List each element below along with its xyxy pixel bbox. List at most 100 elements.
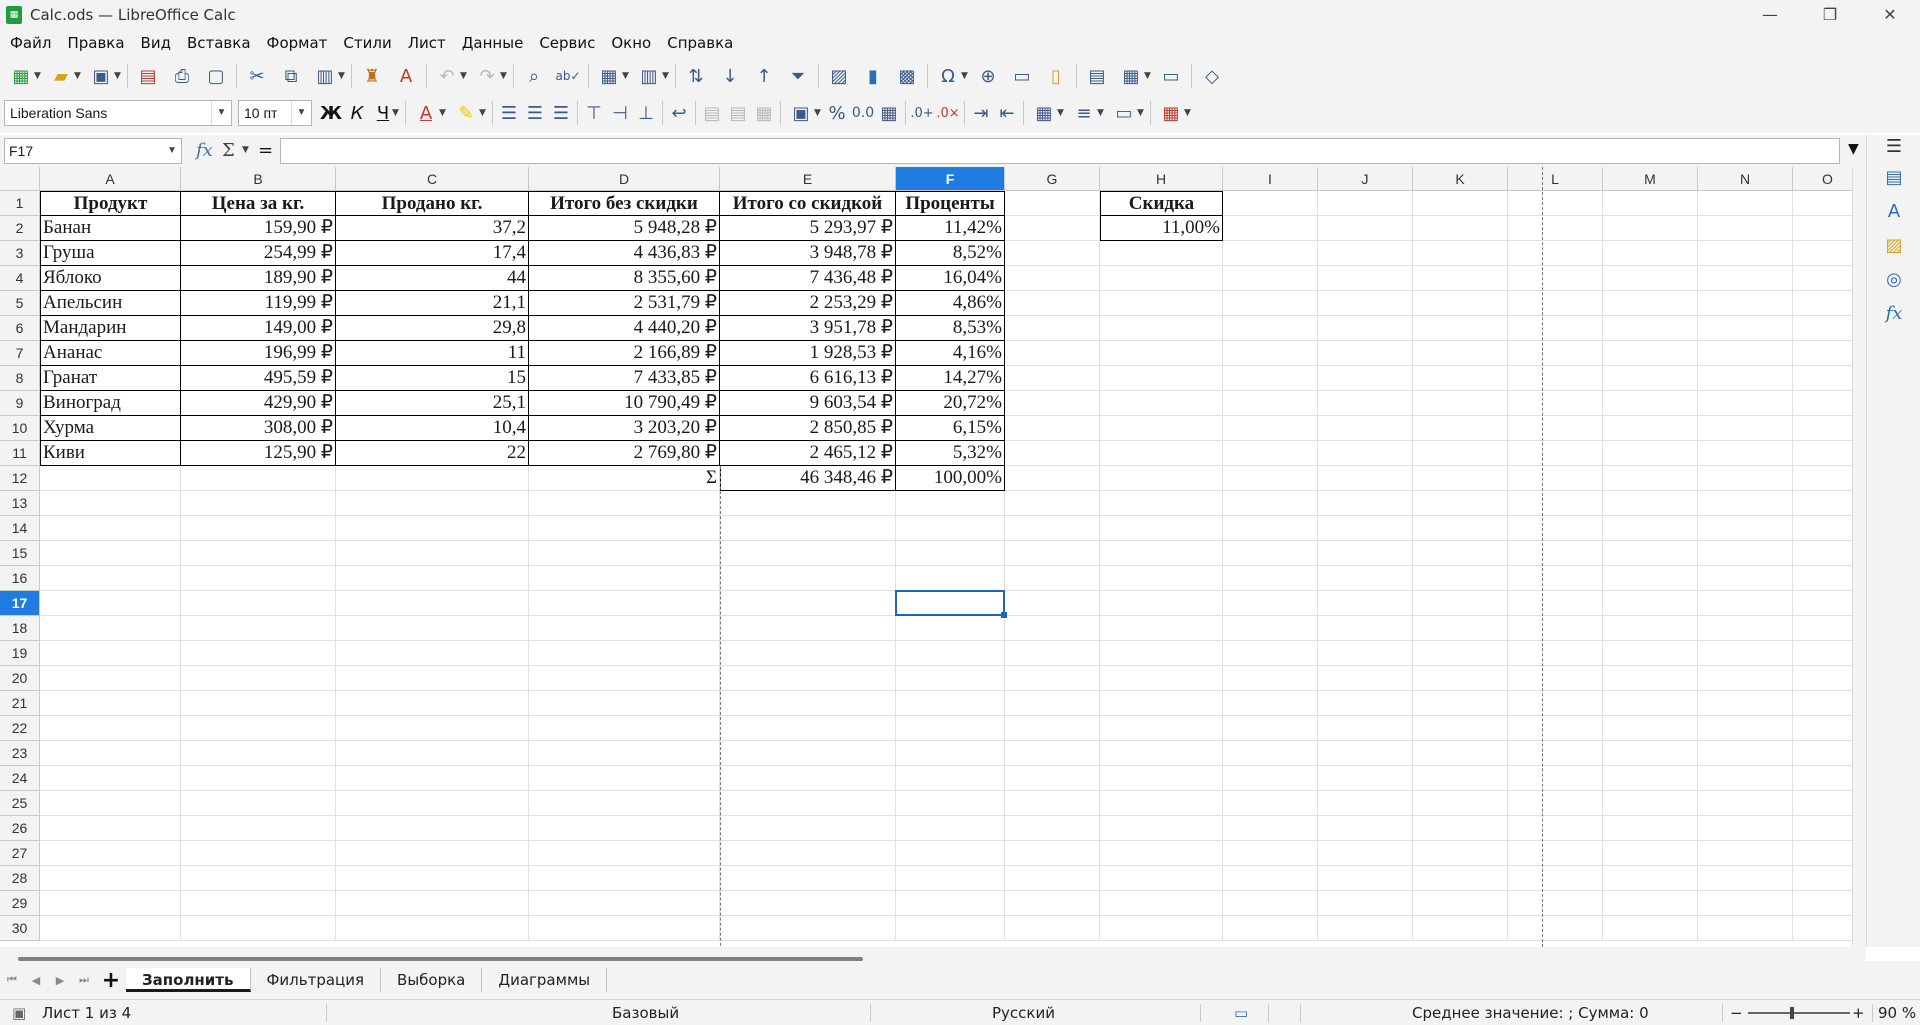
grid-cell[interactable] bbox=[1698, 441, 1793, 466]
grid-cell[interactable] bbox=[720, 741, 896, 766]
grid-cell[interactable] bbox=[1005, 416, 1100, 441]
page-style[interactable]: Базовый bbox=[612, 1004, 679, 1022]
grid-cell[interactable] bbox=[1793, 816, 1852, 841]
grid-cell[interactable] bbox=[720, 766, 896, 791]
sum-icon[interactable]: Σ bbox=[222, 140, 235, 161]
row-header[interactable]: 29 bbox=[0, 891, 40, 916]
grid-cell[interactable] bbox=[1318, 866, 1413, 891]
grid-cell[interactable] bbox=[40, 816, 181, 841]
prev-sheet-icon[interactable]: ◀ bbox=[24, 974, 48, 987]
align-top-icon[interactable]: ⊤ bbox=[581, 97, 607, 129]
grid-cell[interactable] bbox=[720, 691, 896, 716]
chevron-down-icon[interactable]: ▼ bbox=[439, 108, 449, 118]
next-sheet-icon[interactable]: ▶ bbox=[48, 974, 72, 987]
grid-cell[interactable] bbox=[1318, 666, 1413, 691]
grid-cell[interactable] bbox=[1793, 291, 1852, 316]
table-cell[interactable]: 4,16% bbox=[896, 341, 1005, 366]
grid-cell[interactable] bbox=[1508, 416, 1603, 441]
grid-cell[interactable] bbox=[181, 616, 336, 641]
grid-cell[interactable] bbox=[336, 591, 529, 616]
chevron-down-icon[interactable]: ▼ bbox=[662, 71, 672, 81]
grid-cell[interactable] bbox=[1413, 266, 1508, 291]
grid-cell[interactable] bbox=[1793, 491, 1852, 516]
grid-cell[interactable] bbox=[1413, 491, 1508, 516]
grid-cell[interactable] bbox=[1603, 841, 1698, 866]
grid-cell[interactable] bbox=[40, 766, 181, 791]
menu-view[interactable]: Вид bbox=[133, 34, 179, 52]
menu-insert[interactable]: Вставка bbox=[179, 34, 259, 52]
grid-cell[interactable] bbox=[1603, 466, 1698, 491]
grid-cell[interactable] bbox=[1698, 816, 1793, 841]
grid-cell[interactable] bbox=[1318, 491, 1413, 516]
grid-cell[interactable] bbox=[1793, 241, 1852, 266]
grid-cell[interactable] bbox=[1793, 916, 1852, 941]
font-size-box[interactable]: 10 пт ▼ bbox=[238, 100, 312, 126]
grid-cell[interactable] bbox=[1100, 716, 1223, 741]
sheet-tab[interactable]: Заполнить bbox=[126, 968, 251, 992]
grid-cell[interactable] bbox=[1223, 216, 1318, 241]
grid-cell[interactable] bbox=[529, 616, 720, 641]
grid-cell[interactable] bbox=[1100, 791, 1223, 816]
table-cell[interactable]: 14,27% bbox=[896, 366, 1005, 391]
grid-cell[interactable] bbox=[336, 666, 529, 691]
grid-cell[interactable] bbox=[1603, 266, 1698, 291]
grid-cell[interactable] bbox=[1223, 416, 1318, 441]
column-header[interactable]: I bbox=[1223, 167, 1318, 191]
chevron-down-icon[interactable]: ▼ bbox=[211, 101, 231, 125]
grid-cell[interactable] bbox=[40, 466, 181, 491]
grid-cell[interactable] bbox=[40, 841, 181, 866]
menu-data[interactable]: Данные bbox=[454, 34, 532, 52]
zoom-level[interactable]: 90 % bbox=[1878, 1004, 1916, 1022]
draw-functions-icon[interactable]: ◇ bbox=[1195, 60, 1229, 92]
unmerge-cells-icon[interactable]: ▦ bbox=[751, 97, 777, 129]
insert-image-icon[interactable]: ▨ bbox=[822, 60, 856, 92]
grid-cell[interactable] bbox=[181, 541, 336, 566]
table-cell[interactable]: 25,1 bbox=[336, 391, 529, 416]
grid-cell[interactable] bbox=[1793, 216, 1852, 241]
grid-cell[interactable] bbox=[1005, 891, 1100, 916]
grid-cell[interactable] bbox=[1100, 691, 1223, 716]
table-cell[interactable]: Банан bbox=[40, 216, 181, 241]
table-cell[interactable]: Ананас bbox=[40, 341, 181, 366]
grid-cell[interactable] bbox=[1698, 641, 1793, 666]
grid-cell[interactable] bbox=[1698, 666, 1793, 691]
grid-cell[interactable] bbox=[529, 741, 720, 766]
grid-cell[interactable] bbox=[1603, 291, 1698, 316]
grid-cell[interactable] bbox=[1508, 616, 1603, 641]
grid-cell[interactable] bbox=[1413, 216, 1508, 241]
grid-cell[interactable] bbox=[40, 866, 181, 891]
column-header[interactable]: A bbox=[40, 167, 181, 191]
align-bottom-icon[interactable]: ⊥ bbox=[633, 97, 659, 129]
grid-cell[interactable] bbox=[181, 741, 336, 766]
grid-cell[interactable] bbox=[1793, 841, 1852, 866]
grid-cell[interactable] bbox=[1413, 691, 1508, 716]
grid-cell[interactable] bbox=[1100, 566, 1223, 591]
table-cell[interactable]: 2 465,12 ₽ bbox=[720, 441, 896, 466]
grid-cell[interactable] bbox=[1223, 466, 1318, 491]
grid-cell[interactable] bbox=[1223, 266, 1318, 291]
table-cell[interactable]: Киви bbox=[40, 441, 181, 466]
sort-ascending-icon[interactable]: ↓ bbox=[713, 60, 747, 92]
table-cell[interactable]: 9 603,54 ₽ bbox=[720, 391, 896, 416]
table-cell[interactable]: 5,32% bbox=[896, 441, 1005, 466]
table-cell[interactable]: Хурма bbox=[40, 416, 181, 441]
grid-cell[interactable] bbox=[1318, 891, 1413, 916]
row-header[interactable]: 12 bbox=[0, 466, 40, 491]
grid-cell[interactable] bbox=[1508, 366, 1603, 391]
grid-cell[interactable] bbox=[1413, 666, 1508, 691]
table-cell[interactable]: 2 166,89 ₽ bbox=[529, 341, 720, 366]
table-cell[interactable]: Апельсин bbox=[40, 291, 181, 316]
row-header[interactable]: 3 bbox=[0, 241, 40, 266]
grid-cell[interactable] bbox=[1603, 516, 1698, 541]
grid-cell[interactable] bbox=[1005, 591, 1100, 616]
grid-cell[interactable] bbox=[1100, 441, 1223, 466]
vertical-scrollbar[interactable] bbox=[1852, 167, 1866, 947]
grid-cell[interactable] bbox=[1603, 766, 1698, 791]
grid-cell[interactable] bbox=[1793, 741, 1852, 766]
table-cell[interactable]: 125,90 ₽ bbox=[181, 441, 336, 466]
grid-cell[interactable] bbox=[1508, 566, 1603, 591]
row-header[interactable]: 8 bbox=[0, 366, 40, 391]
grid-cell[interactable] bbox=[1318, 791, 1413, 816]
grid-cell[interactable] bbox=[1793, 516, 1852, 541]
grid-cell[interactable] bbox=[1508, 866, 1603, 891]
